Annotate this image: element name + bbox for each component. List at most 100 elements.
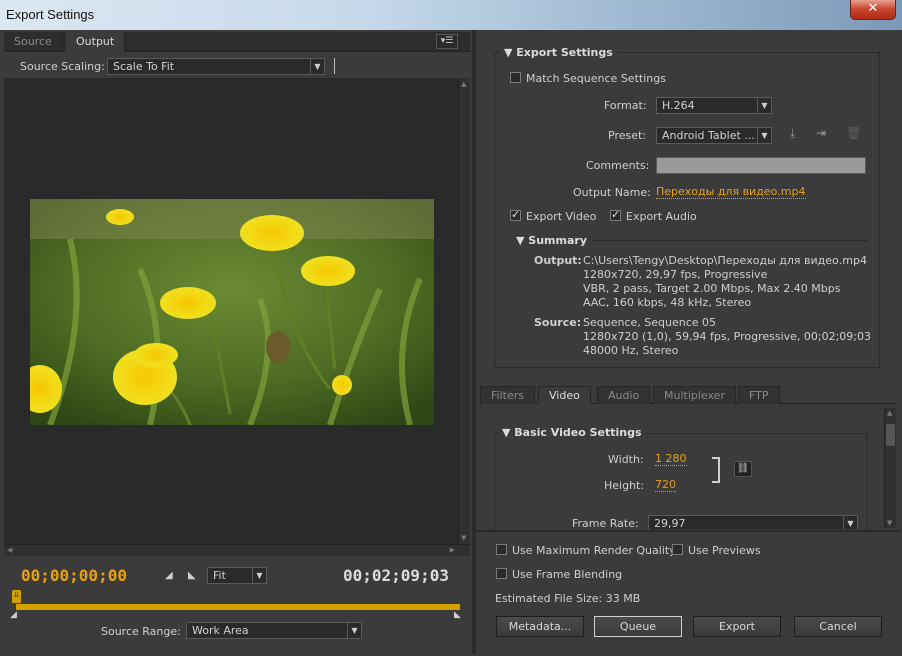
frame-rate-value: 29,97 — [654, 517, 686, 529]
frame-rate-label: Frame Rate: — [572, 517, 639, 529]
export-video-label: Export Video — [526, 210, 597, 223]
height-label: Height: — [604, 479, 645, 492]
height-value[interactable]: 720 — [655, 479, 676, 492]
summary-source-line: 48000 Hz, Stereo — [583, 344, 679, 357]
horizontal-scrollbar[interactable]: ◀ ▶ — [4, 544, 470, 556]
output-name-link[interactable]: Переходы для видео.mp4 — [656, 186, 806, 199]
scroll-down-icon[interactable]: ▼ — [887, 519, 892, 527]
summary-output-label: Output: — [534, 254, 582, 267]
use-previews-label: Use Previews — [688, 544, 761, 557]
summary-header[interactable]: ▼ Summary — [512, 234, 591, 247]
source-scaling-dropdown[interactable]: Scale To Fit ▼ — [107, 58, 325, 75]
tab-ftp[interactable]: FTP — [738, 386, 780, 404]
export-button[interactable]: Export — [693, 616, 781, 637]
out-point-marker-icon[interactable]: ◣ — [454, 610, 461, 620]
summary-source-line: Sequence, Sequence 05 — [583, 316, 717, 329]
duration-timecode: 00;02;09;03 — [343, 566, 449, 585]
preset-dropdown[interactable]: Android Tablet ... ▼ — [656, 127, 772, 144]
settings-panel: ▼ Export Settings Match Sequence Setting… — [476, 30, 900, 654]
basic-video-header[interactable]: ▼ Basic Video Settings — [498, 426, 646, 439]
video-preview: ▲ ▼ ◀ ▶ — [4, 78, 470, 556]
source-range-label: Source Range: — [101, 625, 181, 638]
tab-audio[interactable]: Audio — [597, 386, 651, 404]
tab-source[interactable]: Source — [4, 32, 63, 52]
basic-video-title: Basic Video Settings — [514, 426, 642, 439]
chevron-down-icon: ▼ — [310, 59, 324, 74]
summary-source-label: Source: — [534, 316, 582, 329]
summary-title: Summary — [528, 234, 587, 247]
tab-video[interactable]: Video — [538, 386, 591, 404]
format-dropdown[interactable]: H.264 ▼ — [656, 97, 772, 114]
summary-output-line: AAC, 160 kbps, 48 kHz, Stereo — [583, 296, 752, 309]
match-sequence-label: Match Sequence Settings — [526, 72, 666, 85]
estimated-file-size: Estimated File Size: 33 MB — [495, 592, 641, 605]
width-value[interactable]: 1 280 — [655, 453, 687, 466]
match-sequence-checkbox[interactable] — [510, 72, 521, 83]
scroll-left-icon[interactable]: ◀ — [7, 546, 12, 554]
scroll-up-icon[interactable]: ▲ — [887, 409, 892, 417]
use-previews-checkbox[interactable] — [672, 544, 683, 555]
collapse-icon: ▼ — [504, 46, 517, 59]
scroll-right-icon[interactable]: ▶ — [450, 546, 455, 554]
format-value: H.264 — [662, 99, 695, 112]
summary-output-line: VBR, 2 pass, Target 2.00 Mbps, Max 2.40 … — [583, 282, 841, 295]
summary-output-text: C:\Users\Tengy\Desktop\Переходы для виде… — [583, 254, 867, 310]
chain-link-icon[interactable]: ⛓ — [734, 461, 752, 477]
settings-scrollbar[interactable]: ▲ ▼ — [884, 408, 896, 528]
collapse-icon: ▼ — [516, 234, 529, 247]
export-settings-header[interactable]: ▼ Export Settings — [500, 46, 617, 59]
export-audio-checkbox[interactable] — [610, 208, 621, 221]
delete-preset-icon[interactable]: 🗑 — [846, 126, 861, 140]
zoom-fit-value: Fit — [213, 569, 226, 582]
import-preset-icon[interactable]: ⇥ — [816, 126, 826, 140]
output-name-label: Output Name: — [573, 186, 651, 199]
set-out-point-icon[interactable]: ◣ — [188, 570, 196, 581]
tab-multiplexer[interactable]: Multiplexer — [653, 386, 736, 404]
format-label: Format: — [604, 99, 647, 112]
export-audio-label: Export Audio — [626, 210, 697, 223]
chevron-down-icon: ▼ — [757, 128, 771, 143]
preview-panel: Source Output ▾☰ Source Scaling: Scale T… — [2, 30, 472, 654]
width-label: Width: — [608, 453, 644, 466]
export-settings-window: Export Settings ✕ Source Output ▾☰ Sourc… — [0, 0, 902, 656]
current-timecode[interactable]: 00;00;00;00 — [21, 566, 127, 585]
summary-output-line: C:\Users\Tengy\Desktop\Переходы для виде… — [583, 254, 867, 267]
comments-field[interactable] — [656, 157, 866, 174]
max-render-quality-label: Use Maximum Render Quality — [512, 544, 676, 557]
playhead-icon[interactable]: ⇊ — [12, 590, 21, 603]
chevron-down-icon: ▼ — [252, 568, 266, 583]
scrollbar-thumb[interactable] — [886, 424, 895, 446]
frame-rate-dropdown[interactable]: 29,97 ▼ — [648, 515, 858, 529]
source-range-dropdown[interactable]: Work Area ▼ — [186, 622, 362, 639]
set-in-point-icon[interactable]: ◢ — [165, 570, 173, 581]
summary-divider — [592, 240, 868, 241]
max-render-quality-checkbox[interactable] — [496, 544, 507, 555]
zoom-fit-dropdown[interactable]: Fit ▼ — [207, 567, 267, 584]
frame-blending-checkbox[interactable] — [496, 568, 507, 579]
panel-menu-icon[interactable]: ▾☰ — [436, 34, 458, 49]
tab-filters[interactable]: Filters — [480, 386, 535, 404]
vertical-scrollbar[interactable]: ▲ ▼ — [458, 78, 470, 544]
title-bar: Export Settings ✕ — [0, 0, 902, 30]
frame-blending-label: Use Frame Blending — [512, 568, 623, 581]
in-point-marker-icon[interactable]: ◢ — [10, 610, 17, 620]
export-video-checkbox[interactable] — [510, 208, 521, 221]
summary-output-line: 1280x720, 29,97 fps, Progressive — [583, 268, 768, 281]
source-scaling-value: Scale To Fit — [113, 60, 175, 73]
collapse-icon: ▼ — [502, 426, 515, 439]
options-divider — [476, 530, 900, 532]
queue-button[interactable]: Queue — [594, 616, 682, 637]
tab-output[interactable]: Output — [66, 32, 126, 52]
metadata-button[interactable]: Metadata... — [496, 616, 584, 637]
source-range-value: Work Area — [192, 624, 249, 637]
timeline-work-area-bar[interactable] — [16, 604, 460, 610]
preview-tabs: Source Output ▾☰ — [4, 32, 470, 52]
video-settings-scroll-area: ▼ Basic Video Settings Width: 1 280 Heig… — [480, 405, 896, 529]
close-icon[interactable]: ✕ — [850, 0, 896, 20]
scroll-down-icon[interactable]: ▼ — [461, 534, 466, 542]
cancel-button[interactable]: Cancel — [794, 616, 882, 637]
chevron-down-icon: ▼ — [347, 623, 361, 638]
chevron-down-icon: ▼ — [757, 98, 771, 113]
save-preset-icon[interactable]: ⤓ — [790, 126, 795, 141]
scroll-up-icon[interactable]: ▲ — [461, 80, 466, 88]
